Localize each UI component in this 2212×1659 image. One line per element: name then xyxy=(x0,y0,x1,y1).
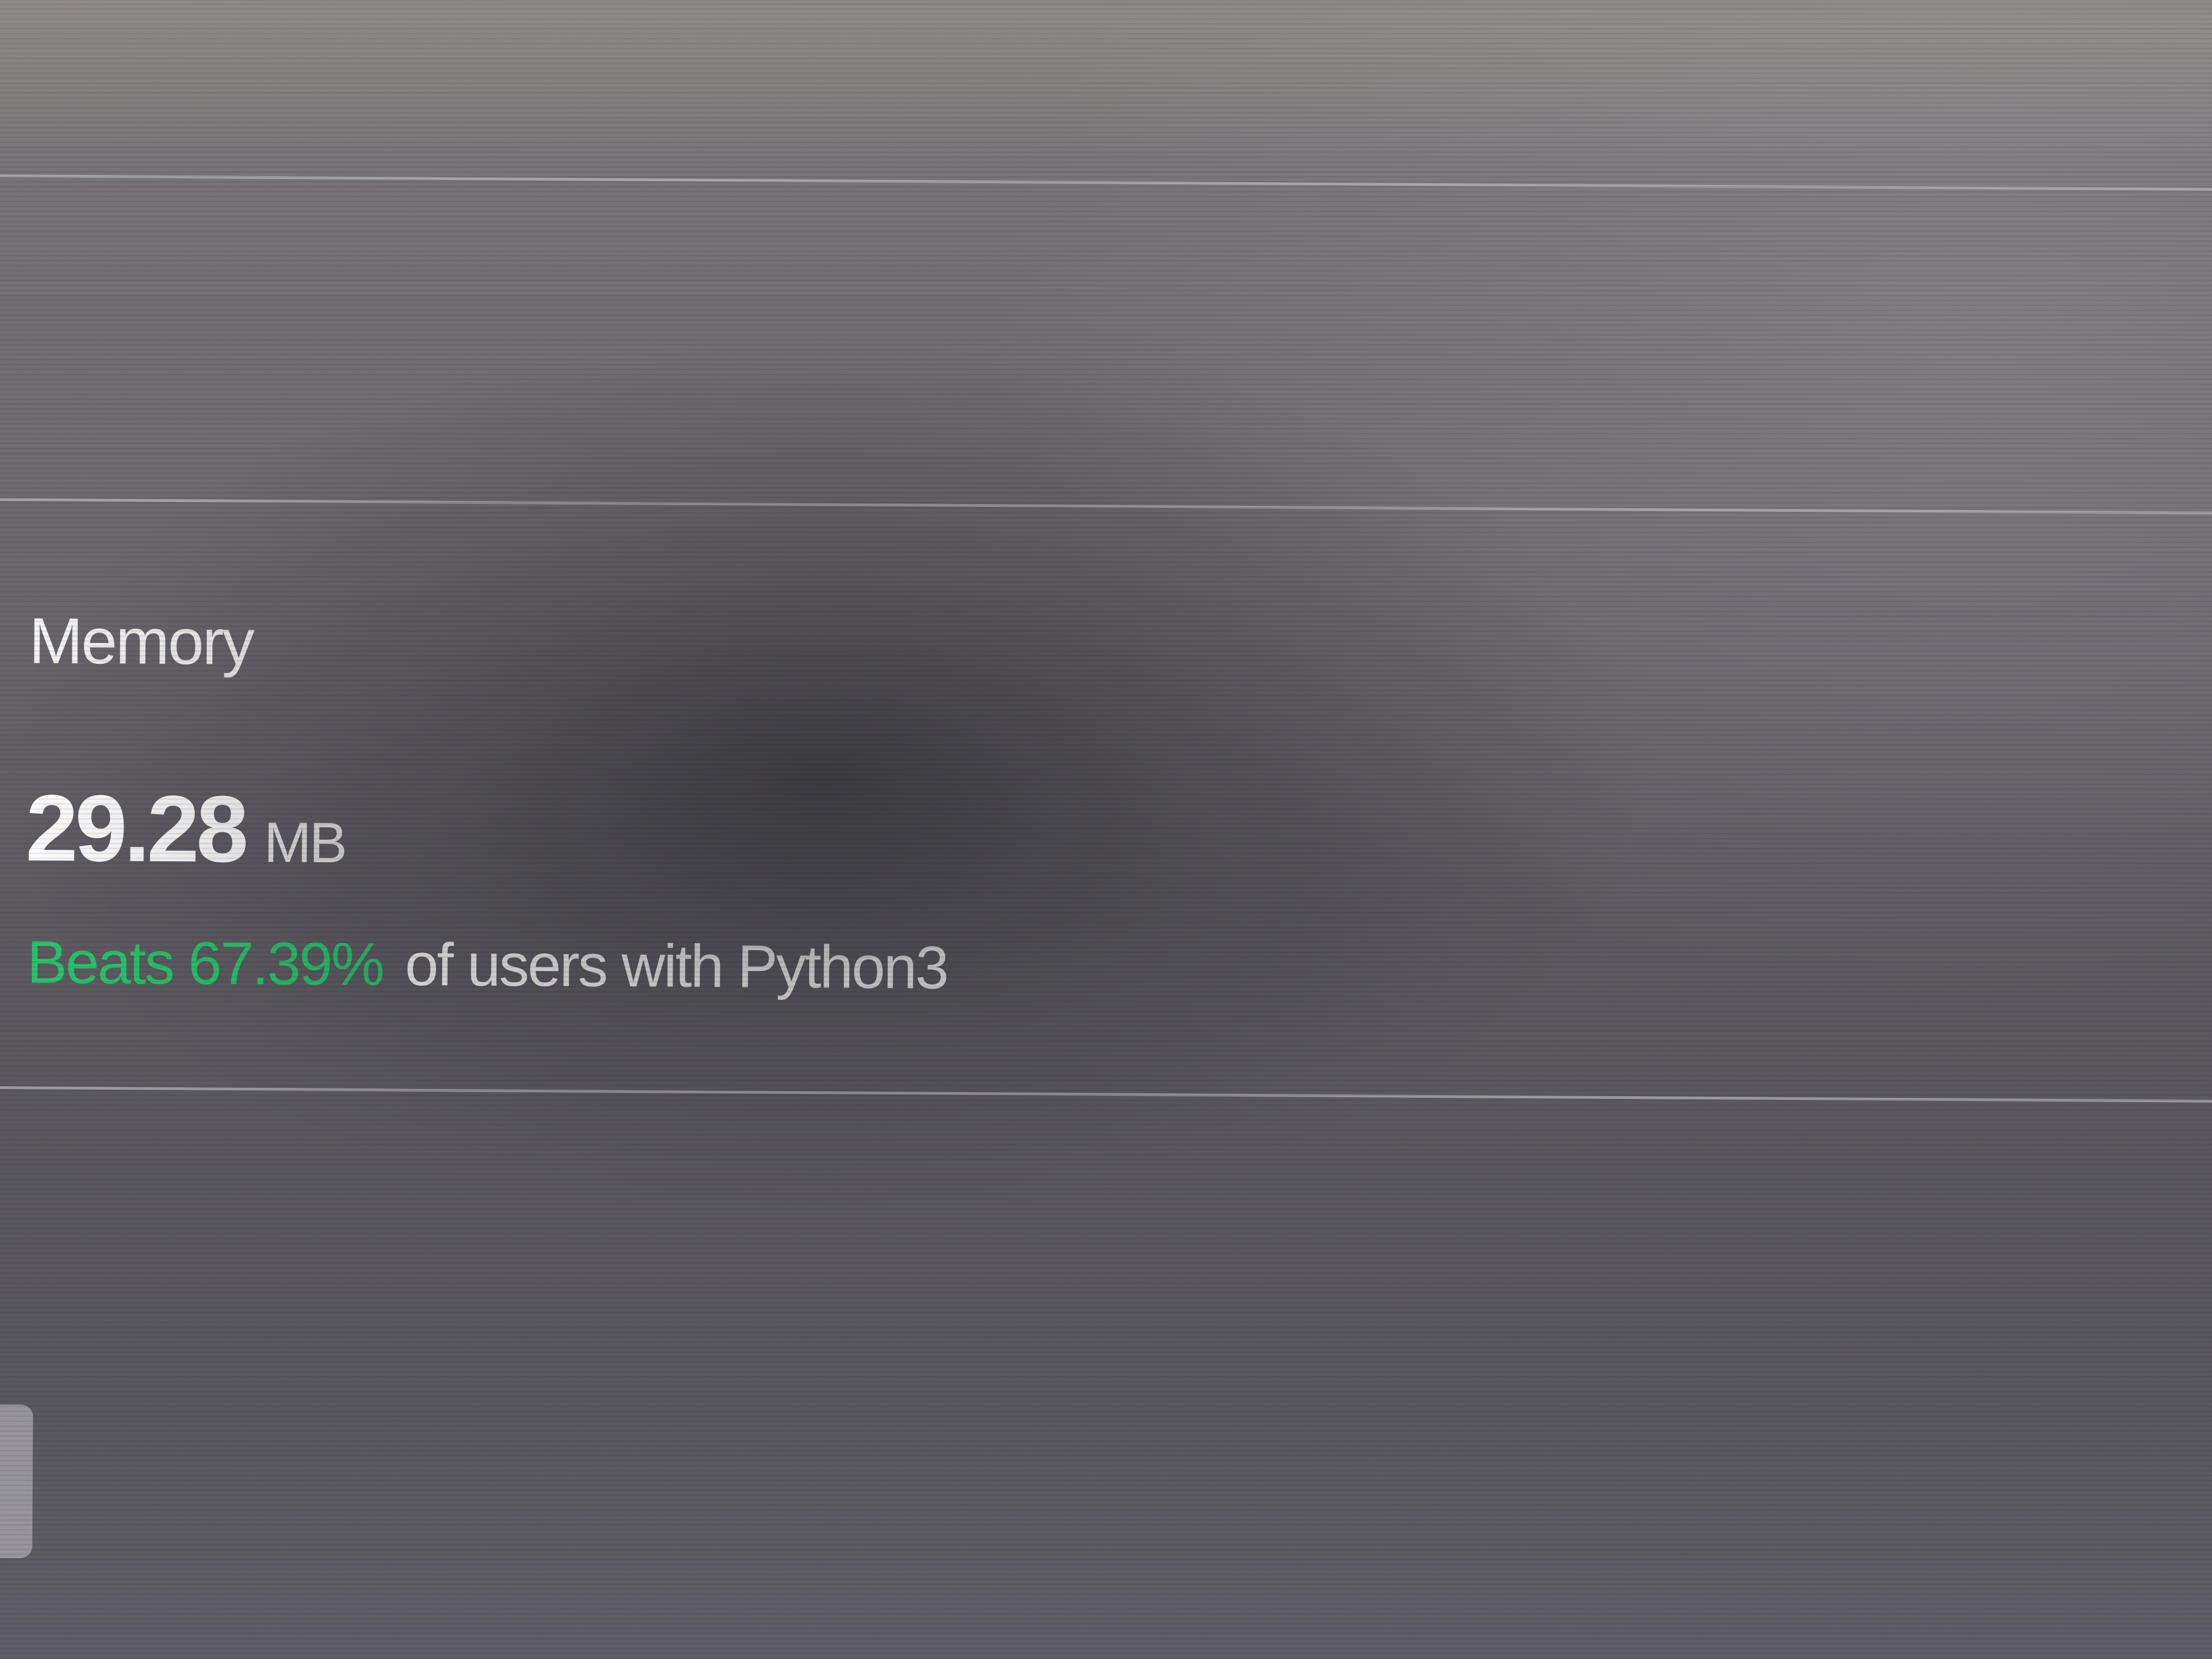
section-divider xyxy=(0,498,2212,515)
side-panel-tab[interactable] xyxy=(0,1404,33,1559)
beats-percentage: Beats 67.39% xyxy=(26,928,383,998)
memory-value-row: 29.28 MB xyxy=(25,774,346,884)
memory-unit: MB xyxy=(263,810,346,875)
memory-title: Memory xyxy=(29,605,253,679)
beats-description: of users with Python3 xyxy=(404,930,948,1002)
memory-metric-card[interactable]: Memory 29.28 MB Beats 67.39% of users with… xyxy=(25,592,1291,1017)
memory-value: 29.28 xyxy=(25,775,246,882)
beats-row: Beats 67.39% of users with Python3 xyxy=(27,927,947,1002)
screen: Memory 29.28 MB Beats 67.39% of users with… xyxy=(0,0,2212,1659)
bottom-divider xyxy=(0,1086,2212,1103)
top-panel xyxy=(0,0,2212,189)
